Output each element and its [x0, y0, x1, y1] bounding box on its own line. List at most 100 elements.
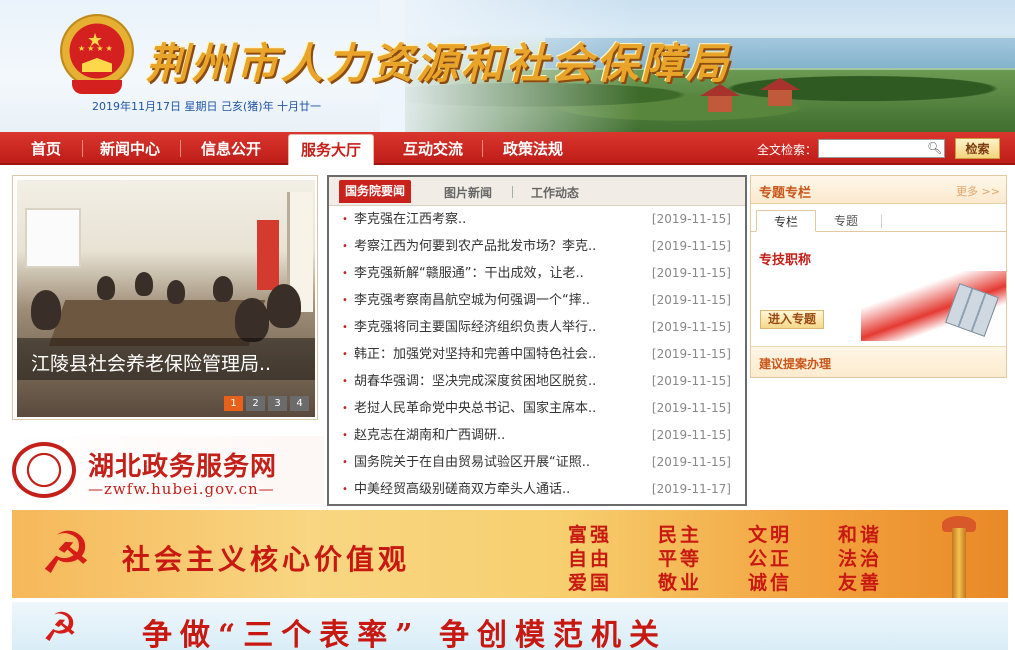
national-emblem-logo: ★ ★★★★ [60, 14, 134, 96]
photo-slideshow: 江陵县社会养老保险管理局.. 1 2 3 4 [12, 175, 318, 420]
news-item-date: [2019-11-15] [651, 347, 731, 361]
nav-item-policy[interactable]: 政策法规 [490, 132, 576, 165]
slideshow-page-2[interactable]: 2 [246, 396, 265, 411]
nav-item-service-hall[interactable]: 服务大厅 [288, 134, 374, 165]
news-item-title[interactable]: 老挝人民革命党中央总书记、国家主席本.. [354, 395, 644, 422]
news-item-title[interactable]: 李克强考察南昌航空城为何强调一个“摔.. [354, 287, 644, 314]
tab-column[interactable]: 专栏 [756, 210, 816, 232]
bullet-icon: • [342, 241, 348, 252]
nav-item-news-center[interactable]: 新闻中心 [88, 132, 172, 165]
nav-item-info-disclosure[interactable]: 信息公开 [188, 132, 274, 165]
nav-item-interaction[interactable]: 互动交流 [390, 132, 476, 165]
news-item: • 李克强将同主要国际经济组织负责人举行.. [2019-11-15] [329, 314, 745, 341]
value-item: 和谐 [838, 524, 883, 546]
hammer-sickle-icon: ☭ [42, 605, 78, 650]
date-line: 2019年11月17日 星期日 己亥(猪)年 十月廿一 [92, 100, 322, 113]
news-item: • 中美经贸高级别磋商双方牵头人通话.. [2019-11-17] [329, 476, 745, 503]
core-values-banner[interactable]: ☭ 社会主义核心价值观 富强 民主 文明 和谐 自由 平等 公正 法治 爱国 敬… [12, 510, 1008, 598]
core-values-slogan: 社会主义核心价值观 [122, 543, 411, 576]
bullet-icon: • [342, 349, 348, 360]
bullet-icon: • [342, 268, 348, 279]
news-item: • 胡春华强调：坚决完成深度贫困地区脱贫.. [2019-11-15] [329, 368, 745, 395]
bullet-icon: • [342, 376, 348, 387]
news-item: • 赵克志在湖南和广西调研.. [2019-11-15] [329, 422, 745, 449]
value-item: 爱国 [568, 572, 613, 594]
news-item-title[interactable]: 李克强将同主要国际经济组织负责人举行.. [354, 314, 644, 341]
tab-work-updates[interactable]: 工作动态 [531, 184, 579, 201]
news-item-date: [2019-11-15] [651, 374, 731, 388]
news-panel: 国务院要闻 图片新闻 工作动态 • 李克强在江西考察.. [2019-11-15] … [327, 175, 747, 506]
news-item-title[interactable]: 赵克志在湖南和广西调研.. [354, 422, 644, 449]
bullet-icon: • [342, 214, 348, 225]
value-item: 自由 [568, 548, 613, 570]
model-organ-slogan: 争做“三个表率” 争创模范机关 [142, 618, 667, 650]
pavilion-icon [760, 78, 800, 106]
bullet-icon: • [342, 295, 348, 306]
topic-item[interactable]: 专技职称 [759, 249, 811, 268]
value-item: 平等 [658, 548, 703, 570]
value-item: 友善 [838, 572, 883, 594]
news-item: • 李克强在江西考察.. [2019-11-15] [329, 206, 745, 233]
nav-item-home[interactable]: 首页 [14, 132, 78, 165]
news-item-title[interactable]: 国务院关于在自由贸易试验区开展“证照.. [354, 449, 644, 476]
search-input[interactable] [818, 139, 945, 158]
news-item-title[interactable]: 韩正：加强党对坚持和完善中国特色社会.. [354, 341, 644, 368]
value-item: 文明 [748, 524, 793, 546]
topic-more-link[interactable]: 更多 >> [956, 183, 1000, 199]
value-item: 法治 [838, 548, 883, 570]
news-item: • 李克强新解“赣服通”：干出成效，让老.. [2019-11-15] [329, 260, 745, 287]
topic-panel: 专题专栏 更多 >> 专栏 专题 专技职称 进入专题 建议提案办理 [750, 175, 1007, 378]
monument-icon [930, 516, 990, 598]
slideshow-photo[interactable]: 江陵县社会养老保险管理局.. 1 2 3 4 [17, 180, 315, 417]
news-item-date: [2019-11-15] [651, 293, 731, 307]
value-item: 诚信 [748, 572, 793, 594]
news-item-date: [2019-11-17] [651, 482, 731, 496]
value-item: 敬业 [658, 572, 703, 594]
news-item: • 韩正：加强党对坚持和完善中国特色社会.. [2019-11-15] [329, 341, 745, 368]
bullet-icon: • [342, 457, 348, 468]
tab-special[interactable]: 专题 [816, 210, 876, 232]
bullet-icon: • [342, 403, 348, 414]
search-button[interactable]: 检索 [955, 138, 1000, 159]
news-item: • 李克强考察南昌航空城为何强调一个“摔.. [2019-11-15] [329, 287, 745, 314]
news-item-title[interactable]: 胡春华强调：坚决完成深度贫困地区脱贫.. [354, 368, 644, 395]
news-item: • 考察江西为何要到农产品批发市场？李克.. [2019-11-15] [329, 233, 745, 260]
topic-footer: 建议提案办理 [751, 346, 1006, 377]
hubei-service-banner[interactable]: 湖北政务服务网 —zwfw.hubei.gov.cn— [12, 436, 324, 504]
news-item: • 老挝人民革命党中央总书记、国家主席本.. [2019-11-15] [329, 395, 745, 422]
news-list: • 李克强在江西考察.. [2019-11-15] • 考察江西为何要到农产品批发市场… [329, 206, 745, 503]
proposal-handling-link[interactable]: 建议提案办理 [759, 355, 831, 372]
slideshow-page-4[interactable]: 4 [290, 396, 309, 411]
topic-header: 专题专栏 更多 >> [751, 176, 1006, 204]
topic-subtabs: 专栏 专题 [751, 205, 1006, 232]
tab-state-council-news[interactable]: 国务院要闻 [339, 180, 412, 203]
news-item-date: [2019-11-15] [651, 212, 731, 226]
slideshow-page-3[interactable]: 3 [268, 396, 287, 411]
value-item: 富强 [568, 524, 613, 546]
model-organ-banner[interactable]: ☭ 争做“三个表率” 争创模范机关 [12, 602, 1008, 650]
slideshow-pager: 1 2 3 4 [224, 396, 309, 411]
hubei-banner-url: —zwfw.hubei.gov.cn— [88, 480, 275, 498]
news-item-title[interactable]: 考察江西为何要到农产品批发市场？李克.. [354, 233, 644, 260]
search-label: 全文检索： [757, 143, 818, 157]
topic-title: 专题专栏 [759, 186, 812, 201]
news-item-title[interactable]: 李克强在江西考察.. [354, 206, 644, 233]
hammer-sickle-icon: ☭ [40, 519, 92, 587]
hubei-banner-name: 湖北政务服务网 [88, 452, 278, 482]
news-item-title[interactable]: 李克强新解“赣服通”：干出成效，让老.. [354, 260, 644, 287]
news-item-title[interactable]: 中美经贸高级别磋商双方牵头人通话.. [354, 476, 644, 503]
slideshow-page-1[interactable]: 1 [224, 396, 243, 411]
news-item: • 国务院关于在自由贸易试验区开展“证照.. [2019-11-15] [329, 449, 745, 476]
value-item: 公正 [748, 548, 793, 570]
tab-photo-news[interactable]: 图片新闻 [444, 184, 492, 201]
slideshow-caption[interactable]: 江陵县社会养老保险管理局.. [31, 349, 271, 376]
bullet-icon: • [342, 484, 348, 495]
bullet-icon: • [342, 430, 348, 441]
news-item-date: [2019-11-15] [651, 401, 731, 415]
news-item-date: [2019-11-15] [651, 455, 731, 469]
news-item-date: [2019-11-15] [651, 239, 731, 253]
enter-topic-button[interactable]: 进入专题 [760, 310, 824, 329]
bullet-icon: • [342, 322, 348, 333]
site-title: 荆州市人力资源和社会保障局 [146, 39, 732, 88]
news-tabs: 国务院要闻 图片新闻 工作动态 [329, 177, 745, 206]
